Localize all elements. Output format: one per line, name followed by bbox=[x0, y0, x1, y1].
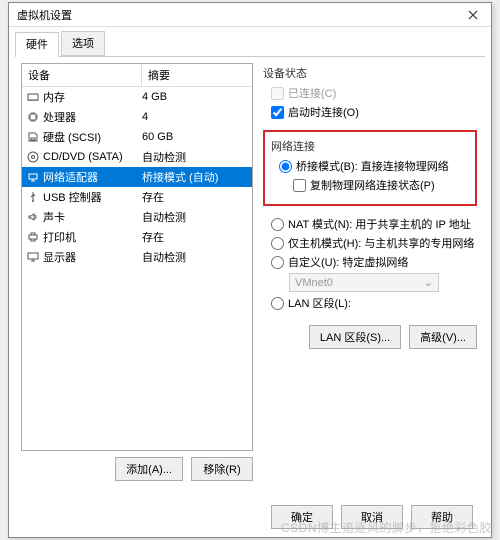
dialog-title: 虚拟机设置 bbox=[17, 7, 72, 23]
device-summary: 自动检测 bbox=[142, 249, 248, 265]
display-icon bbox=[26, 251, 40, 263]
network-options-group: NAT 模式(N): 用于共享主机的 IP 地址 仅主机模式(H): 与主机共享… bbox=[263, 216, 477, 311]
device-name: 内存 bbox=[43, 89, 65, 105]
device-rows: 内存 4 GB 处理器 4 硬盘 (SCSI) 60 GB CD/DVD (SATA) 自动检… bbox=[22, 87, 252, 267]
lan-radio[interactable] bbox=[271, 297, 284, 310]
replicate-label: 复制物理网络连接状态(P) bbox=[310, 177, 435, 193]
chevron-down-icon: ⌄ bbox=[424, 276, 433, 289]
device-summary: 桥接模式 (自动) bbox=[142, 169, 248, 185]
device-row[interactable]: 打印机 存在 bbox=[22, 227, 252, 247]
help-button[interactable]: 帮助 bbox=[411, 505, 473, 529]
device-list: 设备 摘要 内存 4 GB 处理器 4 硬盘 (SCSI) 60 GB CD/DVD (SA… bbox=[21, 63, 253, 451]
connected-checkbox-row: 已连接(C) bbox=[271, 85, 477, 101]
device-row[interactable]: 内存 4 GB bbox=[22, 87, 252, 107]
device-summary: 4 bbox=[142, 111, 248, 123]
memory-icon bbox=[26, 91, 40, 103]
vmnet-select: VMnet0 ⌄ bbox=[289, 273, 439, 292]
device-name: 声卡 bbox=[43, 209, 65, 225]
tab-hardware[interactable]: 硬件 bbox=[15, 32, 59, 57]
device-summary: 自动检测 bbox=[142, 209, 248, 225]
col-device-header[interactable]: 设备 bbox=[22, 64, 142, 86]
disk-icon bbox=[26, 131, 40, 143]
connected-label: 已连接(C) bbox=[288, 85, 336, 101]
tabs-container: 硬件 选项 设备 摘要 内存 4 GB 处理器 4 硬盘 (SCSI) 60 GB CD/D… bbox=[9, 27, 491, 487]
device-row[interactable]: 硬盘 (SCSI) 60 GB bbox=[22, 127, 252, 147]
device-status-group: 设备状态 已连接(C) 启动时连接(O) bbox=[263, 65, 477, 120]
left-pane: 设备 摘要 内存 4 GB 处理器 4 硬盘 (SCSI) 60 GB CD/DVD (SA… bbox=[21, 63, 253, 481]
network-title: 网络连接 bbox=[271, 138, 469, 154]
sound-icon bbox=[26, 211, 40, 223]
vm-settings-dialog: 虚拟机设置 硬件 选项 设备 摘要 内存 4 GB 处理器 4 硬盘 (SCSI) 60 … bbox=[8, 2, 492, 538]
replicate-checkbox[interactable] bbox=[293, 179, 306, 192]
remove-button[interactable]: 移除(R) bbox=[191, 457, 253, 481]
cancel-button[interactable]: 取消 bbox=[341, 505, 403, 529]
device-row[interactable]: 网络适配器 桥接模式 (自动) bbox=[22, 167, 252, 187]
ok-button[interactable]: 确定 bbox=[271, 505, 333, 529]
net-icon bbox=[26, 171, 40, 183]
dialog-footer: 确定 取消 帮助 bbox=[271, 505, 473, 529]
advanced-button[interactable]: 高级(V)... bbox=[409, 325, 477, 349]
list-header: 设备 摘要 bbox=[22, 64, 252, 87]
usb-icon bbox=[26, 191, 40, 203]
cpu-icon bbox=[26, 111, 40, 123]
device-summary: 4 GB bbox=[142, 91, 248, 103]
device-status-title: 设备状态 bbox=[263, 65, 477, 81]
lan-radio-row[interactable]: LAN 区段(L): bbox=[271, 295, 477, 311]
device-summary: 自动检测 bbox=[142, 149, 248, 165]
vmnet-value: VMnet0 bbox=[295, 277, 333, 289]
device-name: 网络适配器 bbox=[43, 169, 98, 185]
titlebar: 虚拟机设置 bbox=[9, 3, 491, 27]
tab-options[interactable]: 选项 bbox=[61, 31, 105, 56]
custom-radio[interactable] bbox=[271, 256, 284, 269]
replicate-checkbox-row[interactable]: 复制物理网络连接状态(P) bbox=[293, 177, 469, 193]
custom-radio-row[interactable]: 自定义(U): 特定虚拟网络 bbox=[271, 254, 477, 270]
printer-icon bbox=[26, 231, 40, 243]
close-icon bbox=[468, 10, 478, 20]
left-button-row: 添加(A)... 移除(R) bbox=[21, 457, 253, 481]
highlighted-network-box: 网络连接 桥接模式(B): 直接连接物理网络 复制物理网络连接状态(P) bbox=[263, 130, 477, 206]
bridged-radio-row[interactable]: 桥接模式(B): 直接连接物理网络 bbox=[279, 158, 469, 174]
nat-radio[interactable] bbox=[271, 218, 284, 231]
tab-row: 硬件 选项 bbox=[15, 31, 485, 57]
device-row[interactable]: 声卡 自动检测 bbox=[22, 207, 252, 227]
connect-on-power-row[interactable]: 启动时连接(O) bbox=[271, 104, 477, 120]
add-button[interactable]: 添加(A)... bbox=[115, 457, 183, 481]
hostonly-radio-row[interactable]: 仅主机模式(H): 与主机共享的专用网络 bbox=[271, 235, 477, 251]
connected-checkbox bbox=[271, 87, 284, 100]
connect-on-power-checkbox[interactable] bbox=[271, 106, 284, 119]
device-row[interactable]: USB 控制器 存在 bbox=[22, 187, 252, 207]
lan-segments-button[interactable]: LAN 区段(S)... bbox=[309, 325, 401, 349]
device-summary: 存在 bbox=[142, 189, 248, 205]
hostonly-radio[interactable] bbox=[271, 237, 284, 250]
bridged-label: 桥接模式(B): 直接连接物理网络 bbox=[296, 158, 449, 174]
bridged-radio[interactable] bbox=[279, 160, 292, 173]
cd-icon bbox=[26, 151, 40, 163]
custom-label: 自定义(U): 特定虚拟网络 bbox=[288, 254, 408, 270]
close-button[interactable] bbox=[455, 3, 491, 27]
device-name: 显示器 bbox=[43, 249, 76, 265]
connect-on-power-label: 启动时连接(O) bbox=[288, 104, 359, 120]
device-summary: 60 GB bbox=[142, 131, 248, 143]
device-name: 打印机 bbox=[43, 229, 76, 245]
device-row[interactable]: CD/DVD (SATA) 自动检测 bbox=[22, 147, 252, 167]
device-name: 处理器 bbox=[43, 109, 76, 125]
right-button-row: LAN 区段(S)... 高级(V)... bbox=[263, 325, 477, 349]
hostonly-label: 仅主机模式(H): 与主机共享的专用网络 bbox=[288, 235, 474, 251]
device-name: 硬盘 (SCSI) bbox=[43, 129, 101, 145]
nat-radio-row[interactable]: NAT 模式(N): 用于共享主机的 IP 地址 bbox=[271, 216, 477, 232]
device-row[interactable]: 显示器 自动检测 bbox=[22, 247, 252, 267]
device-name: USB 控制器 bbox=[43, 189, 102, 205]
col-summary-header[interactable]: 摘要 bbox=[142, 64, 252, 86]
right-pane: 设备状态 已连接(C) 启动时连接(O) 网络连接 桥接模式(B): 直接连接物… bbox=[259, 63, 479, 481]
device-row[interactable]: 处理器 4 bbox=[22, 107, 252, 127]
nat-label: NAT 模式(N): 用于共享主机的 IP 地址 bbox=[288, 216, 471, 232]
lan-label: LAN 区段(L): bbox=[288, 295, 351, 311]
device-summary: 存在 bbox=[142, 229, 248, 245]
tab-content: 设备 摘要 内存 4 GB 处理器 4 硬盘 (SCSI) 60 GB CD/DVD (SA… bbox=[15, 57, 485, 487]
device-name: CD/DVD (SATA) bbox=[43, 151, 123, 163]
